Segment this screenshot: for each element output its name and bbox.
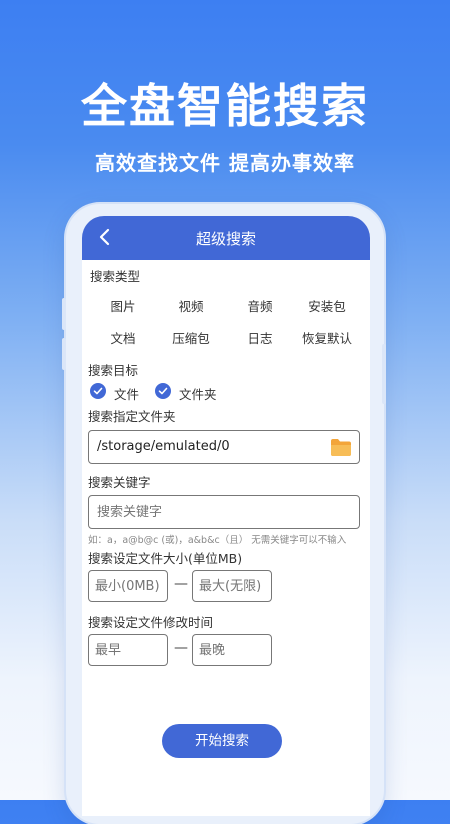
folder-path-value: /storage/emulated/0 [97, 439, 230, 454]
search-target-label: 搜索目标 [88, 363, 139, 378]
type-option-archive[interactable]: 压缩包 [156, 328, 226, 347]
time-separator: — [174, 640, 188, 656]
folder-label: 搜索指定文件夹 [88, 409, 176, 424]
app-screen: 超级搜索 搜索类型 图片 视频 音频 安装包 文档 压缩包 日志 恢复默认 搜索… [82, 216, 370, 816]
time-start-input[interactable] [88, 634, 168, 666]
start-search-button[interactable]: 开始搜索 [162, 724, 282, 758]
top-bar: 超级搜索 [82, 216, 370, 260]
type-option-document[interactable]: 文档 [88, 328, 158, 347]
phone-side-button [382, 344, 386, 404]
phone-side-button [62, 338, 66, 370]
keyword-hint: 如：a，a@b@c (或)，a&b&c（且） 无需关键字可以不输入 [88, 535, 347, 546]
keyword-input[interactable] [88, 495, 360, 529]
folder-checkbox-label: 文件夹 [179, 387, 217, 402]
folder-path-field[interactable]: /storage/emulated/0 [88, 430, 360, 464]
folder-checkbox[interactable] [155, 383, 171, 399]
type-option-reset[interactable]: 恢复默认 [292, 328, 362, 347]
size-separator: — [174, 576, 188, 592]
keyword-label: 搜索关键字 [88, 475, 151, 490]
type-option-log[interactable]: 日志 [225, 328, 295, 347]
size-max-input[interactable] [192, 570, 272, 602]
time-label: 搜索设定文件修改时间 [88, 615, 214, 630]
size-min-input[interactable] [88, 570, 168, 602]
time-end-input[interactable] [192, 634, 272, 666]
file-checkbox[interactable] [90, 383, 106, 399]
page-title: 超级搜索 [195, 230, 256, 248]
folder-icon[interactable] [330, 438, 352, 457]
phone-side-button [62, 298, 66, 330]
check-icon [158, 387, 168, 395]
type-option-image[interactable]: 图片 [88, 296, 158, 315]
type-option-audio[interactable]: 音频 [225, 296, 295, 315]
check-icon [93, 387, 103, 395]
size-label: 搜索设定文件大小(单位MB) [88, 551, 243, 566]
hero-subtitle: 高效查找文件 提高办事效率 [95, 151, 355, 175]
search-type-label: 搜索类型 [90, 269, 141, 284]
type-option-video[interactable]: 视频 [156, 296, 226, 315]
hero-title: 全盘智能搜索 [81, 79, 369, 133]
file-checkbox-label: 文件 [114, 387, 140, 402]
type-option-apk[interactable]: 安装包 [292, 296, 362, 315]
